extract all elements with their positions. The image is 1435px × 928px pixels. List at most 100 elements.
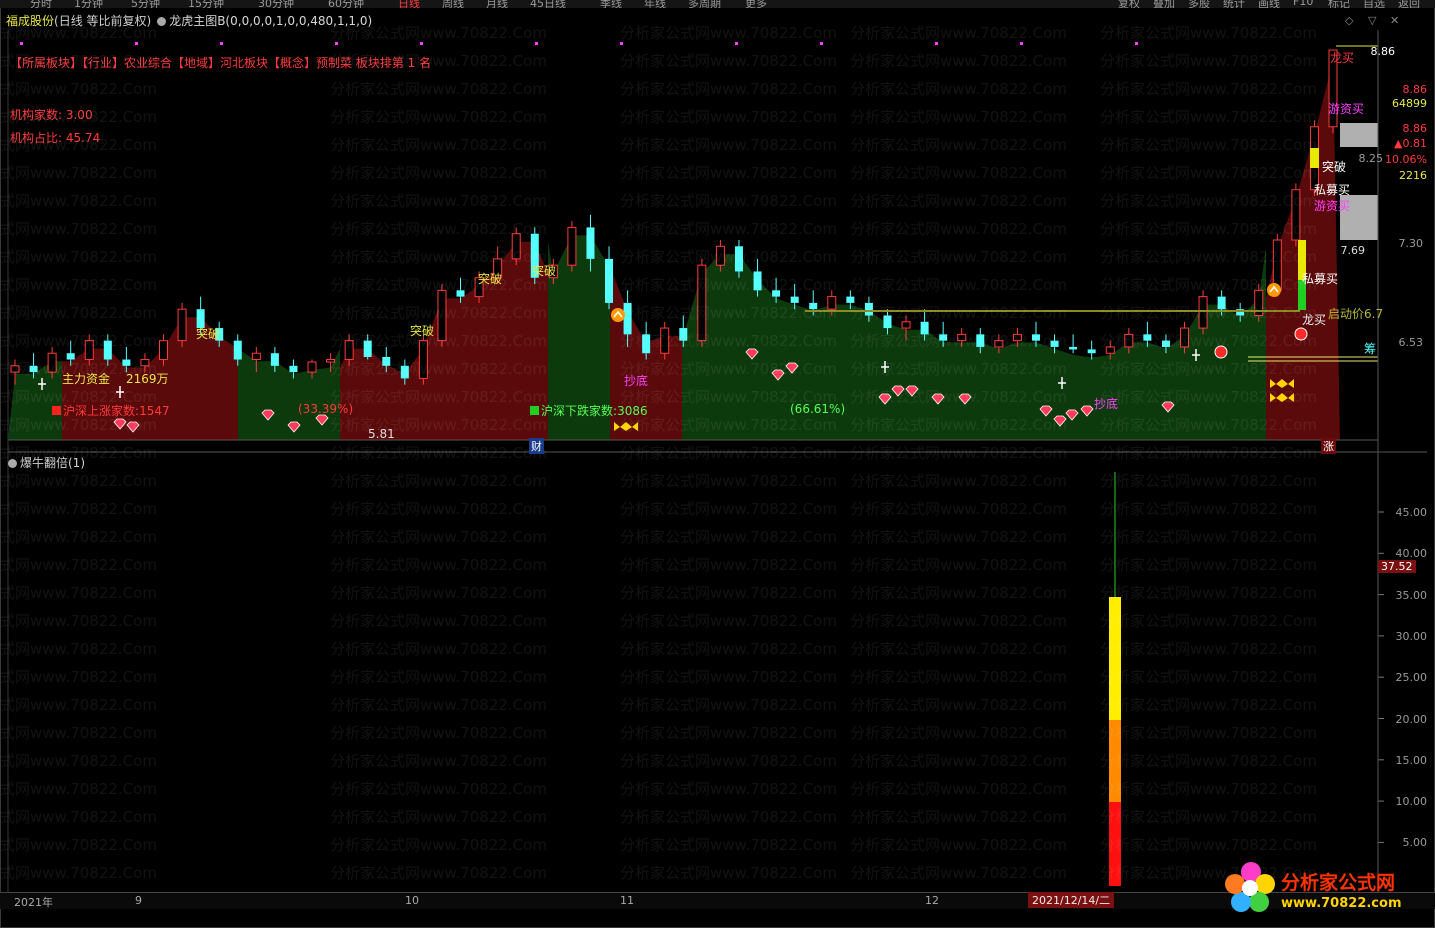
breakout-tag-1: 突破 xyxy=(196,327,221,341)
watermark: 分析家公式网www.70822.Com xyxy=(0,304,157,322)
candle-body xyxy=(1087,349,1096,354)
watermark: 分析家公式网www.70822.Com xyxy=(620,696,837,714)
candle-body xyxy=(159,340,169,361)
candle-body xyxy=(567,226,577,266)
watermark: 分析家公式网www.70822.Com xyxy=(620,780,837,798)
watermark: 分析家公式网www.70822.Com xyxy=(0,192,157,210)
hs-up-indicator: 沪深上涨家数:1547 xyxy=(52,402,170,419)
watermark: 分析家公式网www.70822.Com xyxy=(330,584,547,602)
watermark: 分析家公式网www.70822.Com xyxy=(0,332,157,350)
limit-up-tag[interactable]: 涨 xyxy=(1321,438,1336,454)
watermark: 分析家公式网www.70822.Com xyxy=(1100,108,1317,126)
low-price: 5.81 xyxy=(368,427,395,441)
watermark: 分析家公式网www.70822.Com xyxy=(850,808,1067,826)
bottom-fish-tag-2: 抄底 xyxy=(1094,397,1119,411)
watermark: 分析家公式网www.70822.Com xyxy=(330,556,547,574)
watermark: 分析家公式网www.70822.Com xyxy=(330,52,547,70)
watermark: 分析家公式网www.70822.Com xyxy=(850,164,1067,182)
watermark: 分析家公式网www.70822.Com xyxy=(0,808,157,826)
time-label-nov: 11 xyxy=(620,894,634,907)
watermark: 分析家公式网www.70822.Com xyxy=(620,360,837,378)
watermark: 分析家公式网www.70822.Com xyxy=(850,248,1067,266)
watermark: 分析家公式网www.70822.Com xyxy=(330,360,547,378)
breakout-tag-2: 突破 xyxy=(410,324,435,338)
watermark: 分析家公式网www.70822.Com xyxy=(1100,304,1317,322)
watermark: 分析家公式网www.70822.Com xyxy=(850,500,1067,518)
watermark: 分析家公式网www.70822.Com xyxy=(620,332,837,350)
candle-body xyxy=(233,340,242,360)
candle-body xyxy=(307,361,317,373)
watermark: 分析家公式网www.70822.Com xyxy=(0,584,157,602)
watermark: 分析家公式网www.70822.Com xyxy=(850,864,1067,882)
watermark: 分析家公式网www.70822.Com xyxy=(330,752,547,770)
watermark: 分析家公式网www.70822.Com xyxy=(620,864,837,882)
watermark: 分析家公式网www.70822.Com xyxy=(1100,472,1317,490)
watermark: 分析家公式网www.70822.Com xyxy=(0,24,157,42)
watermark: 分析家公式网www.70822.Com xyxy=(620,80,837,98)
watermark: 分析家公式网www.70822.Com xyxy=(330,668,547,686)
lower-axis-label: 30.00 xyxy=(1395,629,1428,643)
watermark: 分析家公式网www.70822.Com xyxy=(0,668,157,686)
watermark: 分析家公式网www.70822.Com xyxy=(1100,276,1317,294)
watermark: 分析家公式网www.70822.Com xyxy=(1100,640,1317,658)
hot-money-buy-1: 游资买 xyxy=(1328,102,1365,116)
lower-axis-label: 35.00 xyxy=(1395,588,1428,602)
watermark: 分析家公式网www.70822.Com xyxy=(620,276,837,294)
lower-axis-label: 5.00 xyxy=(1402,836,1428,850)
finance-tag[interactable]: 财 xyxy=(529,438,544,454)
hot-money-buy-2: 游资买 xyxy=(1314,199,1351,213)
watermark: 分析家公式网www.70822.Com xyxy=(330,864,547,882)
watermark: 分析家公式网www.70822.Com xyxy=(330,640,547,658)
watermark: 分析家公式网www.70822.Com xyxy=(620,136,837,154)
watermark: 分析家公式网www.70822.Com xyxy=(0,724,157,742)
watermark: 分析家公式网www.70822.Com xyxy=(850,192,1067,210)
watermark: 分析家公式网www.70822.Com xyxy=(620,808,837,826)
watermark: 分析家公式网www.70822.Com xyxy=(1100,752,1317,770)
candle-body xyxy=(177,308,187,342)
lower-axis-label: 10.00 xyxy=(1395,795,1428,809)
watermark: 分析家公式网www.70822.Com xyxy=(0,528,157,546)
watermark: 分析家公式网www.70822.Com xyxy=(0,752,157,770)
watermark: 分析家公式网www.70822.Com xyxy=(620,528,837,546)
watermark: 分析家公式网www.70822.Com xyxy=(0,220,157,238)
watermark: 分析家公式网www.70822.Com xyxy=(850,136,1067,154)
watermark: 分析家公式网www.70822.Com xyxy=(0,556,157,574)
main-funds-value: 2169万 xyxy=(126,372,169,386)
watermark: 分析家公式网www.70822.Com xyxy=(1100,388,1317,406)
red-square-icon xyxy=(52,406,61,415)
watermark: 分析家公式网www.70822.Com xyxy=(0,136,157,154)
watermark: 分析家公式网www.70822.Com xyxy=(850,108,1067,126)
watermark: 分析家公式网www.70822.Com xyxy=(620,52,837,70)
watermark: 分析家公式网www.70822.Com xyxy=(1100,52,1317,70)
signal-dot xyxy=(220,42,223,45)
green-square-icon xyxy=(530,406,539,415)
watermark: 分析家公式网www.70822.Com xyxy=(1100,696,1317,714)
dragon-buy-tag-2: 龙买 xyxy=(1302,313,1327,327)
watermark: 分析家公式网www.70822.Com xyxy=(330,696,547,714)
watermark: 分析家公式网www.70822.Com xyxy=(0,276,157,294)
watermark: 分析家公式网www.70822.Com xyxy=(850,332,1067,350)
watermark: 分析家公式网www.70822.Com xyxy=(330,444,547,462)
private-buy-1: 私募买 xyxy=(1314,183,1351,197)
quote-highlight xyxy=(1340,123,1378,147)
time-axis: 2021年 9 10 11 12 xyxy=(0,892,1435,909)
candle-body xyxy=(251,352,261,361)
watermark: 分析家公式网www.70822.Com xyxy=(1100,24,1317,42)
watermark: 分析家公式网www.70822.Com xyxy=(0,164,157,182)
time-label-dec: 12 xyxy=(925,894,939,907)
candle-body xyxy=(605,258,614,303)
watermark: 分析家公式网www.70822.Com xyxy=(850,780,1067,798)
watermark: 分析家公式网www.70822.Com xyxy=(620,612,837,630)
watermark: 分析家公式网www.70822.Com xyxy=(1100,500,1317,518)
watermark: 分析家公式网www.70822.Com xyxy=(620,836,837,854)
candle-body xyxy=(270,353,279,366)
watermark: 分析家公式网www.70822.Com xyxy=(850,52,1067,70)
watermark: 分析家公式网www.70822.Com xyxy=(850,584,1067,602)
price-label-top: 8.86 xyxy=(1370,45,1396,58)
watermark: 分析家公式网www.70822.Com xyxy=(620,724,837,742)
gear-icon[interactable] xyxy=(8,459,17,468)
watermark: 分析家公式网www.70822.Com xyxy=(330,24,547,42)
current-value-badge: 37.52 xyxy=(1378,560,1416,573)
watermark: 分析家公式网www.70822.Com xyxy=(0,612,157,630)
watermark: 分析家公式网www.70822.Com xyxy=(0,248,157,266)
